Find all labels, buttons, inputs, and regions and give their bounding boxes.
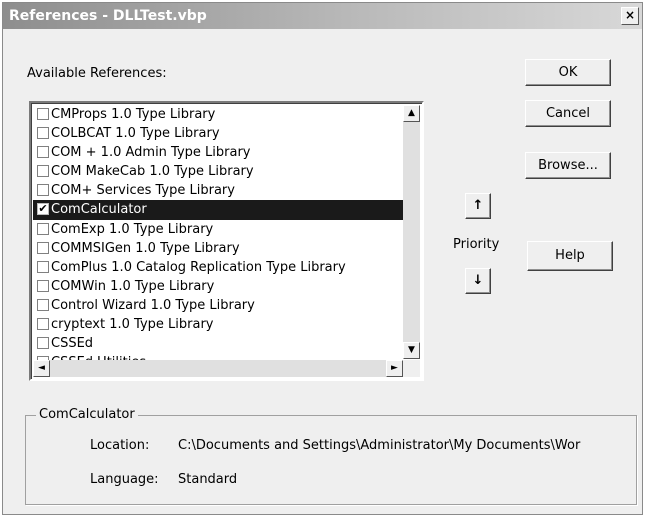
reference-checkbox[interactable] <box>37 318 49 331</box>
reference-item[interactable]: ✔ ComCalculator <box>33 200 403 220</box>
reference-item[interactable]: ComExp 1.0 Type Library <box>33 220 403 239</box>
references-listbox[interactable]: CMProps 1.0 Type Library COLBCAT 1.0 Type… <box>29 101 424 381</box>
reference-label: ComPlus 1.0 Catalog Replication Type Lib… <box>51 259 346 275</box>
reference-checkbox[interactable] <box>37 127 49 140</box>
reference-checkbox[interactable] <box>37 184 49 197</box>
help-button[interactable]: Help <box>527 241 613 271</box>
reference-item[interactable]: Control Wizard 1.0 Type Library <box>33 296 403 315</box>
scroll-up-button[interactable]: ▲ <box>403 105 420 122</box>
window-title: References - DLLTest.vbp <box>9 8 207 24</box>
available-references-label: Available References: <box>27 66 167 81</box>
scroll-left-icon: ◄ <box>38 363 45 373</box>
reference-checkbox[interactable] <box>37 146 49 159</box>
reference-details-group: ComCalculator Location: C:\Documents and… <box>25 407 637 505</box>
reference-item[interactable]: cryptext 1.0 Type Library <box>33 315 403 334</box>
references-list: CMProps 1.0 Type Library COLBCAT 1.0 Type… <box>33 105 403 372</box>
scroll-down-icon: ▼ <box>408 345 415 355</box>
scrollbar-corner <box>403 360 420 377</box>
arrow-up-icon: ↑ <box>472 198 484 213</box>
priority-up-button[interactable]: ↑ <box>465 193 491 219</box>
scroll-up-icon: ▲ <box>408 108 415 118</box>
ok-button[interactable]: OK <box>525 59 611 86</box>
scroll-right-button[interactable]: ► <box>386 360 403 377</box>
scroll-down-button[interactable]: ▼ <box>403 342 420 359</box>
reference-item[interactable]: CSSEd <box>33 334 403 353</box>
priority-label: Priority <box>453 237 500 252</box>
reference-label: ComCalculator <box>51 202 147 218</box>
reference-checkbox[interactable] <box>37 337 49 350</box>
reference-item[interactable]: COM MakeCab 1.0 Type Library <box>33 162 403 181</box>
reference-checkbox[interactable]: ✔ <box>37 203 49 216</box>
reference-label: COLBCAT 1.0 Type Library <box>51 126 220 142</box>
reference-checkbox[interactable] <box>37 279 49 292</box>
reference-item[interactable]: COMMSIGen 1.0 Type Library <box>33 239 403 258</box>
reference-checkbox[interactable] <box>37 260 49 273</box>
reference-label: COM MakeCab 1.0 Type Library <box>51 164 254 180</box>
close-icon: × <box>624 8 636 22</box>
reference-checkbox[interactable] <box>37 222 49 235</box>
scroll-left-button[interactable]: ◄ <box>33 360 50 377</box>
arrow-down-icon: ↓ <box>472 273 484 288</box>
reference-label: CSSEd <box>51 336 94 352</box>
reference-label: CMProps 1.0 Type Library <box>51 107 216 122</box>
horizontal-scrollbar[interactable]: ◄ ► <box>33 360 403 377</box>
reference-label: COMWin 1.0 Type Library <box>51 278 215 294</box>
reference-checkbox[interactable] <box>37 108 49 120</box>
reference-label: cryptext 1.0 Type Library <box>51 317 214 333</box>
reference-item[interactable]: COM+ Services Type Library <box>33 181 403 200</box>
close-button[interactable]: × <box>621 7 639 25</box>
reference-item[interactable]: COM + 1.0 Admin Type Library <box>33 143 403 162</box>
reference-label: ComExp 1.0 Type Library <box>51 221 214 237</box>
reference-label: Control Wizard 1.0 Type Library <box>51 297 255 313</box>
language-value: Standard <box>178 472 238 487</box>
location-value: C:\Documents and Settings\Administrator\… <box>178 438 581 453</box>
reference-item[interactable]: ComPlus 1.0 Catalog Replication Type Lib… <box>33 258 403 277</box>
reference-checkbox[interactable] <box>37 298 49 311</box>
details-title: ComCalculator <box>36 407 138 422</box>
reference-checkbox[interactable] <box>37 241 49 254</box>
language-label: Language: <box>90 472 159 487</box>
reference-label: COM+ Services Type Library <box>51 183 235 199</box>
reference-item[interactable]: COLBCAT 1.0 Type Library <box>33 124 403 143</box>
reference-item[interactable]: CMProps 1.0 Type Library <box>33 105 403 124</box>
priority-down-button[interactable]: ↓ <box>465 268 491 294</box>
cancel-button[interactable]: Cancel <box>525 100 611 127</box>
location-label: Location: <box>90 438 150 453</box>
references-dialog: References - DLLTest.vbp × Available Ref… <box>2 2 643 515</box>
scroll-right-icon: ► <box>391 363 398 373</box>
reference-label: COMMSIGen 1.0 Type Library <box>51 240 240 256</box>
reference-label: COM + 1.0 Admin Type Library <box>51 145 251 161</box>
vertical-scrollbar[interactable]: ▲ ▼ <box>403 105 420 359</box>
reference-item[interactable]: COMWin 1.0 Type Library <box>33 277 403 296</box>
browse-button[interactable]: Browse... <box>525 152 611 179</box>
title-bar[interactable]: References - DLLTest.vbp × <box>3 3 642 29</box>
reference-checkbox[interactable] <box>37 165 49 178</box>
